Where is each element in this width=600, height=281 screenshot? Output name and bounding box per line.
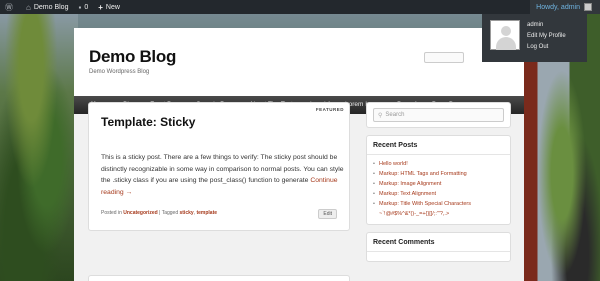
home-icon: ⌂ bbox=[26, 2, 31, 12]
recent-comments-widget: Recent Comments bbox=[366, 232, 511, 262]
recent-post-title-line2: ~`!@#$%^&*()-_=+{}[]/;:'"?,.> bbox=[379, 211, 450, 217]
admin-bar: Ⓦ ⌂ Demo Blog ▪ 0 + New Howdy, admin bbox=[0, 0, 600, 14]
meta-posted-in: Posted in bbox=[101, 210, 124, 216]
recent-comments-title: Recent Comments bbox=[367, 233, 510, 252]
tag-link-sticky[interactable]: sticky bbox=[179, 210, 193, 216]
dropdown-username[interactable]: admin bbox=[527, 20, 566, 31]
my-account-link[interactable]: Howdy, admin bbox=[530, 0, 600, 14]
header-search-input[interactable] bbox=[424, 52, 464, 63]
sticky-post: FEATURED Template: Sticky This is a stic… bbox=[88, 102, 350, 231]
howdy-label: Howdy, admin bbox=[536, 3, 580, 11]
recent-posts-widget: Recent Posts Hello world! Markup: HTML T… bbox=[366, 135, 511, 225]
post-title[interactable]: Template: Sticky bbox=[101, 115, 195, 129]
site-title[interactable]: Demo Blog bbox=[89, 47, 176, 67]
edit-profile-link[interactable]: Edit My Profile bbox=[527, 31, 566, 42]
recent-post-link[interactable]: Hello world! bbox=[373, 159, 504, 169]
post-excerpt: This is a sticky post. There are a few t… bbox=[101, 152, 345, 198]
page-container: Demo Blog Demo Wordpress Blog Home Blog … bbox=[74, 28, 524, 281]
featured-label: FEATURED bbox=[315, 107, 344, 112]
recent-post-link[interactable]: Markup: Title With Special Characters ~`!… bbox=[373, 199, 504, 219]
next-post-card bbox=[88, 275, 350, 281]
account-dropdown: admin Edit My Profile Log Out bbox=[482, 14, 587, 62]
recent-post-link[interactable]: Markup: Image Alignment bbox=[373, 179, 504, 189]
search-widget: ⚲ Search bbox=[366, 102, 511, 128]
comments-count: 0 bbox=[84, 3, 89, 11]
meta-tagged: | Tagged bbox=[157, 210, 180, 216]
post-body: This is a sticky post. There are a few t… bbox=[101, 154, 344, 184]
sidebar: ⚲ Search Recent Posts Hello world! Marku… bbox=[366, 102, 511, 269]
recent-post-link[interactable]: Markup: Text Alignment bbox=[373, 189, 504, 199]
post-meta: Posted in Uncategorized | Tagged sticky,… bbox=[101, 210, 217, 216]
avatar-large bbox=[490, 20, 520, 50]
comments-link[interactable]: ▪ 0 bbox=[73, 0, 93, 14]
wordpress-logo-button[interactable]: Ⓦ bbox=[0, 0, 21, 14]
background-scenery-left bbox=[0, 12, 78, 281]
wordpress-icon: Ⓦ bbox=[5, 2, 13, 12]
sidebar-search-input[interactable]: ⚲ Search bbox=[373, 108, 504, 122]
recent-post-title-line1: Markup: Title With Special Characters bbox=[379, 201, 472, 207]
new-label: New bbox=[105, 3, 120, 11]
site-name-label: Demo Blog bbox=[33, 3, 69, 11]
logout-link[interactable]: Log Out bbox=[527, 42, 566, 53]
site-description: Demo Wordpress Blog bbox=[89, 69, 150, 75]
site-name-link[interactable]: ⌂ Demo Blog bbox=[21, 0, 73, 14]
recent-posts-title: Recent Posts bbox=[367, 136, 510, 155]
recent-post-link[interactable]: Markup: HTML Tags and Formatting bbox=[373, 169, 504, 179]
category-link[interactable]: Uncategorized bbox=[123, 210, 157, 216]
search-placeholder: Search bbox=[385, 112, 405, 118]
search-icon: ⚲ bbox=[378, 112, 383, 119]
comment-icon: ▪ bbox=[78, 2, 82, 12]
edit-post-button[interactable]: Edit bbox=[318, 209, 337, 219]
avatar-small bbox=[584, 3, 592, 11]
new-content-link[interactable]: + New bbox=[93, 0, 125, 14]
plus-icon: + bbox=[98, 2, 103, 12]
tag-link-template[interactable]: template bbox=[196, 210, 217, 216]
